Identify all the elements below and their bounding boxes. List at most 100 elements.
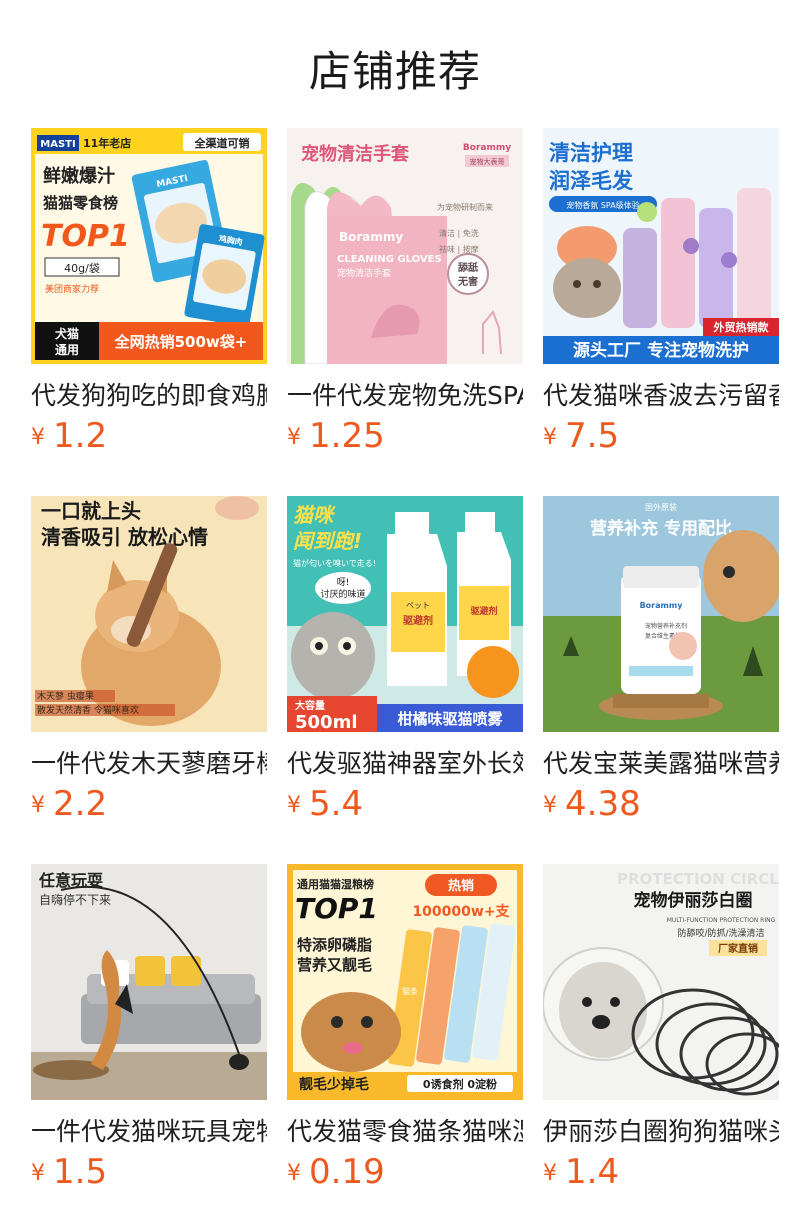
price-value: 1.5 <box>53 1152 108 1192</box>
product-name[interactable]: 伊丽莎白圈狗狗猫咪头套 <box>543 1112 779 1146</box>
product-name[interactable]: 代发猫咪香波去污留香沐浴露 <box>543 376 779 410</box>
page-title: 店铺推荐 <box>308 47 481 96</box>
svg-text:讨厌的味道: 讨厌的味道 <box>320 588 365 600</box>
svg-text:为宠物研制而来: 为宠物研制而来 <box>437 202 493 212</box>
product-image[interactable]: 清洁护理 润泽毛发 宠物香氛 SPA级体验 外贸热销款 源头工厂 专注宠物洗护 <box>543 128 779 364</box>
headline-2: 清香吸引 放松心情 <box>41 525 208 549</box>
headline-1: 鲜嫩爆汁 <box>43 165 115 187</box>
product-price: ¥1.5 <box>31 1152 107 1192</box>
headline-2: 特添卵磷脂 <box>297 936 372 954</box>
headline-top1: TOP1 <box>295 892 378 925</box>
banner-text: 柑橘味驱猫喷雾 <box>397 710 503 728</box>
product-image[interactable]: 一口就上头 清香吸引 放松心情 木天蓼 虫瘿果 散发天然清香 令猫咪喜欢 <box>31 496 267 732</box>
product-price: ¥4.38 <box>543 784 641 824</box>
headline-3: 防舔咬/防抓/洗澡清洁 <box>677 927 764 939</box>
svg-text:清洁 | 免洗: 清洁 | 免洗 <box>439 228 479 238</box>
currency-symbol: ¥ <box>287 425 301 450</box>
product-image[interactable]: 猫咪 闻到跑! 猫が匂いを嗅いで走る! 呀! 讨厌的味道 ペット 驱避剂 驱避剂… <box>287 496 523 732</box>
headline-3: 营养又靓毛 <box>297 956 372 974</box>
currency-symbol: ¥ <box>287 1161 301 1186</box>
product-price: ¥5.4 <box>287 784 363 824</box>
currency-symbol: ¥ <box>543 793 557 818</box>
price-value: 1.2 <box>53 416 108 456</box>
banner-text: 源头工厂 专注宠物洗护 <box>573 340 749 361</box>
tag-1: 犬猫 <box>55 326 79 341</box>
banner-text: 全网热销500w袋+ <box>114 333 248 351</box>
headline-1: 一口就上头 <box>41 499 141 523</box>
image-title: 宠物清洁手套 <box>301 143 409 165</box>
headline-1: 清洁护理 <box>549 141 633 165</box>
svg-text:Borammy: Borammy <box>339 230 403 244</box>
svg-text:CLEANING GLOVES: CLEANING GLOVES <box>337 254 442 265</box>
product-price: ¥0.19 <box>287 1152 385 1192</box>
svg-text:猫条: 猫条 <box>402 986 418 996</box>
price-value: 7.5 <box>565 416 620 456</box>
svg-text:驱避剂: 驱避剂 <box>403 614 433 627</box>
tag-text: 厂家直销 <box>718 942 758 955</box>
currency-symbol: ¥ <box>31 1161 45 1186</box>
product-image[interactable]: MASTI 11年老店 全渠道可销 鲜嫩爆汁 猫猫零食榜 TOP1 40g/袋 … <box>31 128 267 364</box>
svg-text:Borammy: Borammy <box>640 601 684 610</box>
svg-text:ペット: ペット <box>406 601 430 610</box>
product-image[interactable]: PROTECTION CIRCLE 宠物伊丽莎白圈 MULTI-FUNCTION… <box>543 864 779 1100</box>
svg-text:大容量: 大容量 <box>295 699 325 712</box>
caption-1: 木天蓼 虫瘿果 <box>37 690 94 702</box>
currency-symbol: ¥ <box>287 793 301 818</box>
product-price: ¥2.2 <box>31 784 107 824</box>
svg-text:国外原装: 国外原装 <box>645 502 677 512</box>
currency-symbol: ¥ <box>543 425 557 450</box>
headline-jp: 猫が匂いを嗅いで走る! <box>293 558 376 568</box>
product-name[interactable]: 一件代发宠物免洗SPA手套 <box>287 376 523 410</box>
product-name[interactable]: 代发宝莱美露猫咪营养补充片 <box>543 744 779 778</box>
brand-text: Borammy <box>463 143 511 153</box>
currency-symbol: ¥ <box>31 793 45 818</box>
price-value: 4.38 <box>565 784 641 824</box>
banner-text-1: 靓毛少掉毛 <box>299 1076 369 1093</box>
tag-2: 通用 <box>55 342 79 357</box>
weight-text: 40g/袋 <box>64 261 100 275</box>
product-price: ¥1.25 <box>287 416 385 456</box>
svg-text:宠物大表哥: 宠物大表哥 <box>470 157 505 166</box>
product-name[interactable]: 代发狗狗吃的即食鸡胸肉 <box>31 376 267 410</box>
headline-2: MULTI-FUNCTION PROTECTION RING <box>667 917 776 924</box>
top-text: 通用猫猫湿粮榜 <box>297 877 374 891</box>
svg-text:无害: 无害 <box>457 275 478 288</box>
svg-text:祛味 | 按摩: 祛味 | 按摩 <box>439 244 479 254</box>
corner-text: 全渠道可销 <box>194 136 250 150</box>
headline-top1: TOP1 <box>41 219 130 254</box>
product-name[interactable]: 代发猫零食猫条猫咪湿粮包 <box>287 1112 523 1146</box>
svg-text:舔舐: 舔舐 <box>458 261 478 274</box>
product-image[interactable]: 通用猫猫湿粮榜 TOP1 热销 100000w+支 特添卵磷脂 营养又靓毛 猫条… <box>287 864 523 1100</box>
price-value: 5.4 <box>309 784 364 824</box>
headline-2: 润泽毛发 <box>549 169 634 193</box>
product-name[interactable]: 代发驱猫神器室外长效喷雾 <box>287 744 523 778</box>
product-name[interactable]: 一件代发猫咪玩具宠物逗猫棒 <box>31 1112 267 1146</box>
headline-1: 营养补充 专用配比 <box>590 518 732 539</box>
product-image[interactable]: 国外原装 营养补充 专用配比 Borammy 宠物营养补充剂 复合维生素片 <box>543 496 779 732</box>
headline-2: 闻到跑! <box>293 529 362 553</box>
svg-text:500ml: 500ml <box>295 712 358 732</box>
product-image[interactable]: 任意玩耍 自嗨停不下来 <box>31 864 267 1100</box>
product-name[interactable]: 一件代发木天蓼磨牙棒猫薄荷 <box>31 744 267 778</box>
headline-2: 猫猫零食榜 <box>43 194 118 212</box>
svg-text:驱避剂: 驱避剂 <box>470 605 497 617</box>
price-value: 1.4 <box>565 1152 620 1192</box>
pill-text: 宠物香氛 SPA级体验 <box>566 200 639 210</box>
svg-text:PROTECTION CIRCLE: PROTECTION CIRCLE <box>617 870 779 888</box>
product-price: ¥1.2 <box>31 416 107 456</box>
svg-text:宠物清洁手套: 宠物清洁手套 <box>337 267 391 279</box>
price-value: 2.2 <box>53 784 108 824</box>
banner-text-2: 0诱食剂 0淀粉 <box>423 1077 497 1091</box>
product-price: ¥1.4 <box>543 1152 619 1192</box>
svg-text:热销: 热销 <box>448 878 474 894</box>
headline-1: 猫咪 <box>293 503 336 527</box>
tag-text: 外贸热销款 <box>713 320 770 334</box>
product-image[interactable]: 宠物清洁手套 Borammy 宠物大表哥 Borammy CLEANING GL… <box>287 128 523 364</box>
brand-logo: MASTI <box>40 139 75 150</box>
headline-1: 宠物伊丽莎白圈 <box>634 890 753 911</box>
svg-text:呀!: 呀! <box>337 577 350 588</box>
price-value: 0.19 <box>309 1152 385 1192</box>
badge-text: 11年老店 <box>83 136 131 150</box>
currency-symbol: ¥ <box>31 425 45 450</box>
svg-text:宠物营养补充剂: 宠物营养补充剂 <box>645 622 687 630</box>
